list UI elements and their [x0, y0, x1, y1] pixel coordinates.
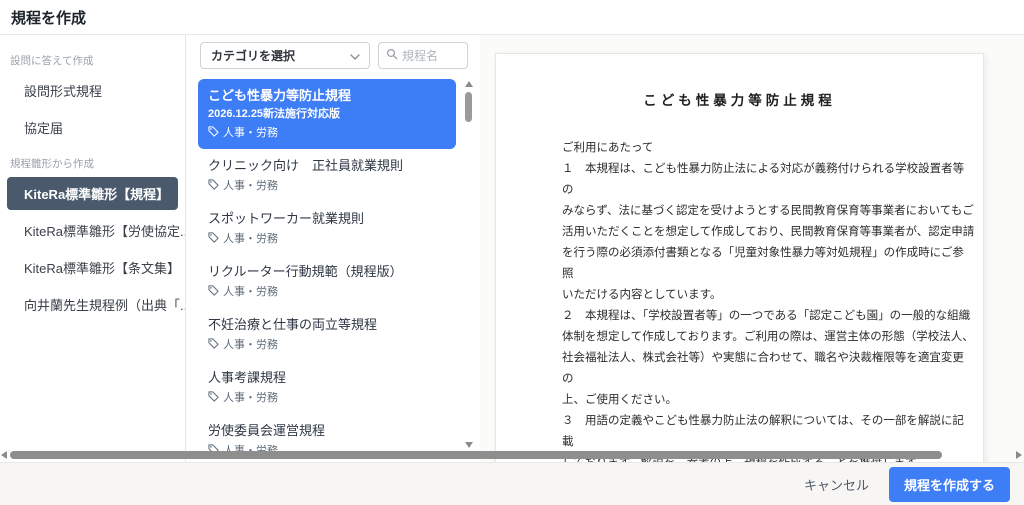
list-item-title: リクルーター行動規範（規程版） [208, 264, 446, 280]
tag-icon [208, 338, 219, 353]
page-header: 規程を作成 [0, 0, 1024, 35]
document-notes: １ 本規程は、こども性暴力防止法による対応が義務付けられる学校設置者等の みなら… [562, 159, 975, 462]
list-item-title: スポットワーカー就業規則 [208, 211, 446, 227]
list-item[interactable]: 不妊治療と仕事の両立等規程 人事・労務 [198, 308, 456, 361]
chevron-down-icon [350, 47, 360, 65]
search-input[interactable] [402, 49, 460, 63]
scroll-up-icon[interactable] [465, 81, 473, 87]
category-select[interactable]: カテゴリを選択 [200, 42, 370, 69]
create-regulation-button[interactable]: 規程を作成する [889, 467, 1010, 502]
category-select-value: カテゴリを選択 [211, 47, 295, 64]
horizontal-scrollbar-thumb[interactable] [10, 451, 942, 459]
list-item-title: クリニック向け 正社員就業規則 [208, 158, 446, 174]
tag-icon [208, 232, 219, 247]
page-title: 規程を作成 [11, 7, 86, 28]
document-intro-block: ご利用にあたって １ 本規程は、こども性暴力防止法による対応が義務付けられる学校… [562, 138, 975, 462]
cancel-button[interactable]: キャンセル [804, 475, 869, 494]
sidebar-item-kitera-standard-joubun[interactable]: KiteRa標準雛形【条文集】 [0, 249, 185, 286]
tag-icon [208, 179, 219, 194]
list-item[interactable]: 人事考課規程 人事・労務 [198, 361, 456, 414]
list-item[interactable]: こども性暴力等防止規程 2026.12.25新法施行対応版 人事・労務 [198, 79, 456, 149]
list-item[interactable]: スポットワーカー就業規則 人事・労務 [198, 202, 456, 255]
list-item-tag: 人事・労務 [223, 286, 278, 299]
list-item-subtitle: 2026.12.25新法施行対応版 [208, 108, 446, 121]
document-intro-heading: ご利用にあたって [562, 138, 975, 159]
main-area: 設問に答えて作成 設問形式規程 協定届 規程雛形から作成 KiteRa標準雛形【… [0, 35, 1024, 462]
list-item-title: こども性暴力等防止規程 [208, 88, 446, 104]
scroll-down-icon[interactable] [465, 442, 473, 448]
sidebar-item-question-format[interactable]: 設問形式規程 [0, 72, 185, 109]
template-list: こども性暴力等防止規程 2026.12.25新法施行対応版 人事・労務 クリニッ… [186, 76, 480, 462]
sidebar-section-label-template: 規程雛形から作成 [0, 146, 185, 175]
sidebar-item-kitera-standard-roushi[interactable]: KiteRa標準雛形【労使協定... [0, 212, 185, 249]
document-preview-panel: こども性暴力等防止規程 ご利用にあたって １ 本規程は、こども性暴力防止法による… [480, 35, 1024, 462]
list-controls: カテゴリを選択 [186, 42, 480, 69]
list-item-title: 不妊治療と仕事の両立等規程 [208, 317, 446, 333]
template-list-column: カテゴリを選択 こども性暴力等防止規程 2026.12.25新法施行対応版 人事… [186, 35, 480, 462]
tag-icon [208, 391, 219, 406]
scroll-left-icon[interactable] [1, 451, 7, 459]
sidebar-item-mukai-example[interactable]: 向井蘭先生規程例（出典「... [0, 286, 185, 323]
scroll-right-icon[interactable] [1016, 451, 1022, 459]
search-icon [386, 47, 398, 65]
list-item-tag: 人事・労務 [223, 180, 278, 193]
document-title: こども性暴力等防止規程 [504, 90, 975, 111]
sidebar-section-label-question: 設問に答えて作成 [0, 43, 185, 72]
list-item-tag: 人事・労務 [223, 233, 278, 246]
footer-bar: キャンセル 規程を作成する [0, 462, 1024, 505]
sidebar-item-kitera-standard-kitei[interactable]: KiteRa標準雛形【規程】 [7, 177, 178, 210]
sidebar-item-agreement-form[interactable]: 協定届 [0, 109, 185, 146]
tag-icon [208, 285, 219, 300]
tag-icon [208, 126, 219, 141]
list-scrollbar [463, 81, 475, 448]
list-item-title: 労使委員会運営規程 [208, 423, 446, 439]
list-item[interactable]: クリニック向け 正社員就業規則 人事・労務 [198, 149, 456, 202]
list-item-title: 人事考課規程 [208, 370, 446, 386]
document-preview-page: こども性暴力等防止規程 ご利用にあたって １ 本規程は、こども性暴力防止法による… [495, 53, 984, 462]
list-item[interactable]: リクルーター行動規範（規程版） 人事・労務 [198, 255, 456, 308]
horizontal-scrollbar [0, 450, 1024, 460]
list-item-tag: 人事・労務 [223, 339, 278, 352]
list-scrollbar-thumb[interactable] [465, 92, 472, 122]
search-field [378, 42, 468, 69]
list-item-tag: 人事・労務 [223, 392, 278, 405]
list-item-tag: 人事・労務 [223, 127, 278, 140]
sidebar: 設問に答えて作成 設問形式規程 協定届 規程雛形から作成 KiteRa標準雛形【… [0, 35, 186, 462]
